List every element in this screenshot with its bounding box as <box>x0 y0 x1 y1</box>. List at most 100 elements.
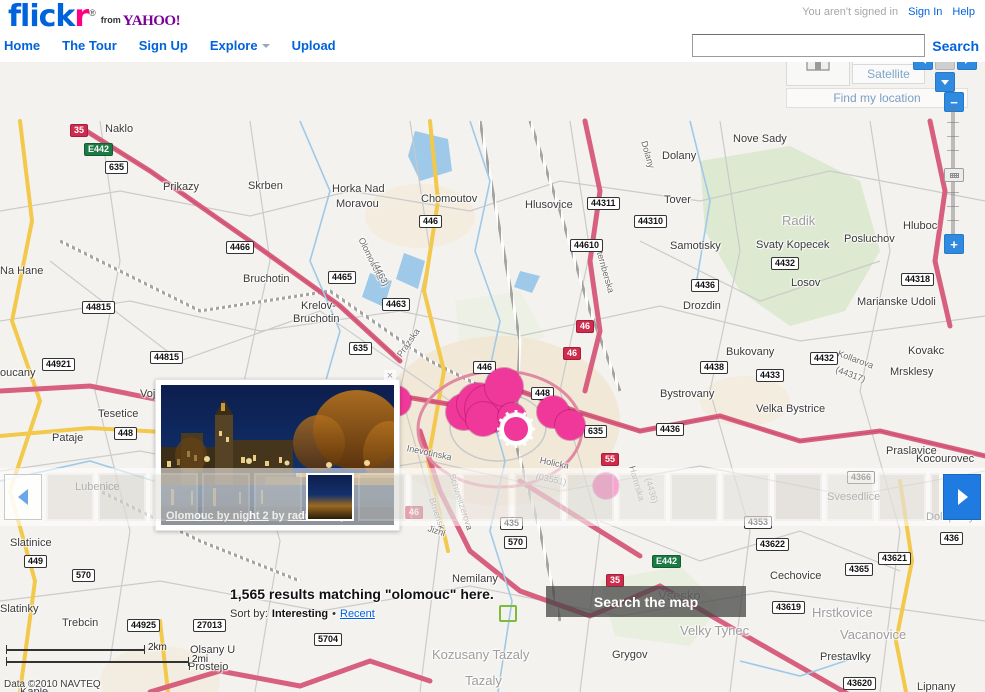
route-shield: 44610 <box>570 239 604 252</box>
search-button[interactable]: Search <box>932 38 979 54</box>
map-place-label: Hluboc <box>903 220 938 232</box>
photo-filmstrip[interactable] <box>0 468 985 526</box>
map-place-label: Kozusany Tazaly <box>432 647 530 662</box>
filmstrip-thumbnail[interactable] <box>722 473 770 521</box>
zoom-slider[interactable]: − + <box>944 92 964 254</box>
nav-home[interactable]: Home <box>4 38 40 53</box>
map-scale-bar: 2km 2mi <box>6 642 209 666</box>
map-place-label: Slatinice <box>10 537 52 549</box>
filmstrip-thumbnail[interactable] <box>98 473 146 521</box>
sort-interesting[interactable]: Interesting <box>272 608 328 620</box>
filmstrip-thumbnail[interactable] <box>202 473 250 521</box>
filmstrip-next-button[interactable] <box>943 474 981 520</box>
route-shield: 4432 <box>771 257 800 270</box>
scale-mi-label: 2mi <box>192 654 209 665</box>
filmstrip-thumbnail[interactable] <box>618 473 666 521</box>
map-place-label: Nemilany <box>452 573 498 585</box>
filmstrip-thumbnail[interactable] <box>462 473 510 521</box>
filmstrip-thumbnail[interactable] <box>254 473 302 521</box>
photo-marker[interactable] <box>466 402 500 436</box>
route-shield: 436 <box>940 532 964 545</box>
filmstrip-thumbnail[interactable] <box>566 473 614 521</box>
map-place-label: Marianske Udoli <box>857 296 936 308</box>
route-shield: 635 <box>349 342 373 355</box>
map-place-label: Hlusovice <box>525 199 573 211</box>
nav-sign-up[interactable]: Sign Up <box>139 38 188 53</box>
sort-recent-link[interactable]: Recent <box>340 608 375 620</box>
filmstrip-prev-button[interactable] <box>4 474 42 520</box>
map-place-label: Skrben <box>248 180 283 192</box>
pan-down-button[interactable] <box>935 72 955 92</box>
route-shield: 46 <box>563 347 582 360</box>
scale-mi: 2mi <box>6 654 209 666</box>
nav-the-tour[interactable]: The Tour <box>62 38 117 53</box>
filmstrip-thumbnails[interactable] <box>46 473 939 521</box>
route-shield: 55 <box>601 453 620 466</box>
route-shield: 43619 <box>772 601 806 614</box>
explore-dropdown-toggle[interactable] <box>261 43 270 48</box>
logo-from-text: from <box>100 15 121 25</box>
filmstrip-thumbnail[interactable] <box>930 473 939 521</box>
filmstrip-thumbnail[interactable] <box>514 473 562 521</box>
sign-in-link[interactable]: Sign In <box>908 6 942 18</box>
triangle-right-icon <box>958 489 968 505</box>
route-shield: 4465 <box>328 271 357 284</box>
close-icon[interactable]: × <box>384 370 396 382</box>
route-shield: 635 <box>105 161 129 174</box>
map-place-label: Moravou <box>336 198 379 210</box>
filmstrip-thumbnail[interactable] <box>410 473 458 521</box>
route-shield: 5704 <box>314 633 343 646</box>
route-shield: 44311 <box>587 197 620 210</box>
photo-marker[interactable] <box>485 368 523 406</box>
map-place-label: Bruchotin <box>293 313 340 325</box>
route-shield: 43621 <box>878 552 912 565</box>
filmstrip-thumbnail[interactable] <box>878 473 926 521</box>
photo-marker-selected[interactable] <box>504 417 528 441</box>
filmstrip-thumbnail[interactable] <box>826 473 874 521</box>
map-place-label: Nove Sady <box>733 133 787 145</box>
map-place-label: Slatinky <box>0 603 39 615</box>
site-header: flick r ® from YAHOO! Home The Tour Sign U… <box>0 0 985 62</box>
logo-flickr-text: flick <box>8 0 75 34</box>
map-place-label: Posluchov <box>844 233 895 245</box>
map-place-label: Naklo <box>105 123 134 135</box>
route-shield: 44318 <box>901 273 935 286</box>
logo-r-text: r <box>74 0 89 34</box>
filmstrip-thumbnail[interactable] <box>358 473 406 521</box>
map-place-label: Bukovany <box>726 346 775 358</box>
route-shield: 4436 <box>691 279 720 292</box>
filmstrip-thumbnail[interactable] <box>670 473 718 521</box>
map-place-label: Tazaly <box>465 673 502 688</box>
map-place-label: Kovakc <box>908 345 945 357</box>
route-shield: E442 <box>84 143 114 156</box>
filmstrip-thumbnail[interactable] <box>774 473 822 521</box>
filmstrip-thumbnail[interactable] <box>306 473 354 521</box>
map-place-label: Kocourovec <box>916 453 975 465</box>
map-place-label: Lipnany <box>917 681 956 692</box>
filmstrip-thumbnail[interactable] <box>46 473 94 521</box>
zoom-slider-handle[interactable] <box>944 168 964 182</box>
signed-out-text: You aren't signed in <box>802 6 899 18</box>
zoom-in-button[interactable]: + <box>944 234 964 254</box>
search-input[interactable] <box>692 34 926 57</box>
map-place-label: Bystrovany <box>660 388 715 400</box>
nav-upload[interactable]: Upload <box>292 38 336 53</box>
search-the-map-button[interactable]: Search the map <box>546 586 746 617</box>
route-shield: 44815 <box>150 351 184 364</box>
route-shield: 35 <box>70 124 89 137</box>
scale-km-label: 2km <box>148 642 167 653</box>
route-shield: 43620 <box>843 677 877 690</box>
map-place-label: Grygov <box>612 649 648 661</box>
map-place-label: Bruchotin <box>243 273 290 285</box>
photo-marker[interactable] <box>555 410 585 440</box>
map-place-label: Samotisky <box>670 240 721 252</box>
map-attribution: Data ©2010 NAVTEQ <box>4 679 101 690</box>
flickr-logo[interactable]: flick r ® from YAHOO! <box>8 0 181 34</box>
route-shield: 449 <box>24 555 48 568</box>
route-shield: 4433 <box>756 369 785 382</box>
nav-explore[interactable]: Explore <box>210 38 258 53</box>
help-link[interactable]: Help <box>952 6 975 18</box>
filmstrip-thumbnail[interactable] <box>150 473 198 521</box>
map-place-label: Prikazy <box>163 181 200 193</box>
map-place-label: Mrsklesy <box>890 366 934 378</box>
